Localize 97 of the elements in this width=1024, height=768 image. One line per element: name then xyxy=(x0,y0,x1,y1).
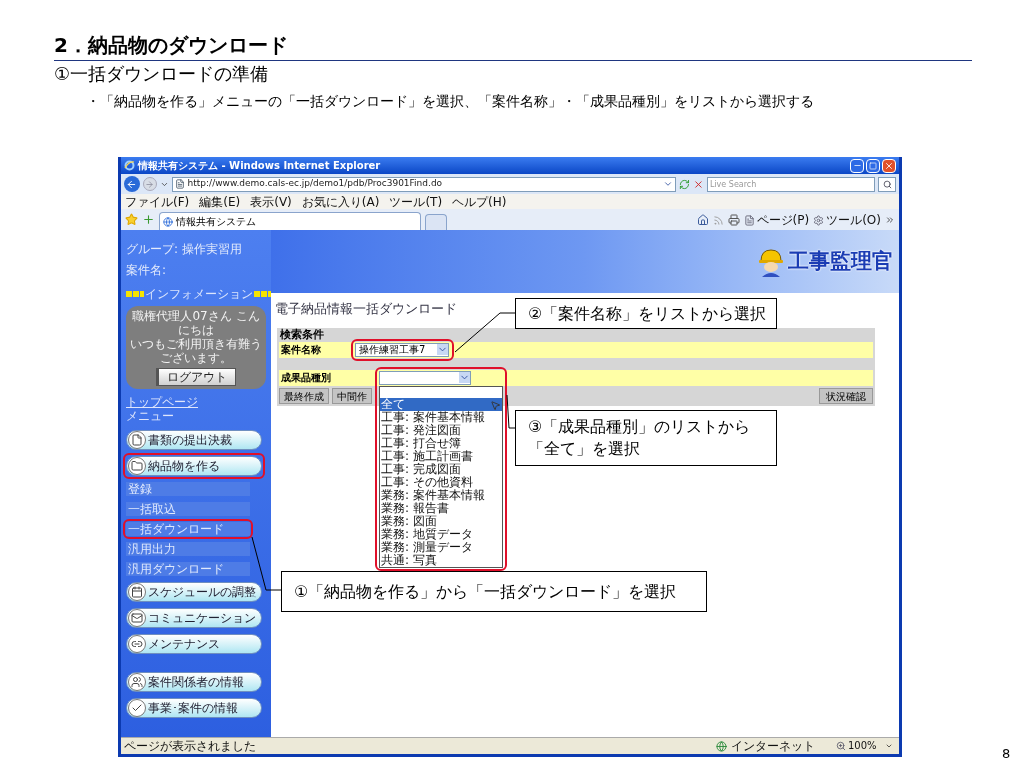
callout-box: ③「成果品種別」のリストから 「全て」を選択 xyxy=(515,410,777,466)
dropdown-option[interactable]: 全て xyxy=(380,397,502,411)
logout-button[interactable]: ログアウト xyxy=(156,368,236,386)
dropdown-option[interactable]: 共通: 写真 xyxy=(380,553,502,567)
dropdown-option[interactable]: 業務: 案件基本情報 xyxy=(380,488,502,502)
page-icon xyxy=(743,214,755,226)
gear-icon xyxy=(813,214,825,226)
page-number: 8 xyxy=(1002,745,1011,763)
zoom-icon xyxy=(836,741,846,751)
browser-tab[interactable]: 情報共有システム xyxy=(159,212,421,230)
dropdown-select[interactable]: 操作練習工事7 xyxy=(355,342,449,357)
search-icon xyxy=(882,179,892,189)
leader-line xyxy=(506,394,516,429)
project-label: 案件名: xyxy=(126,262,168,279)
toolbar-menu-button[interactable]: ツール(O) xyxy=(813,213,881,227)
menu-item-icon xyxy=(131,702,143,714)
window-title: 情報共有システム - Windows Internet Explorer xyxy=(138,159,381,173)
close-button[interactable] xyxy=(882,158,896,173)
dropdown-option[interactable]: 工事: 案件基本情報 xyxy=(380,410,502,424)
favorites-star-icon[interactable] xyxy=(125,213,138,226)
group-label: グループ: 操作実習用 xyxy=(126,241,243,258)
leader-line xyxy=(454,312,516,353)
more-chevron-icon[interactable] xyxy=(885,215,895,225)
status-check-button[interactable]: 状況確認 xyxy=(819,387,873,404)
menu-heading: メニュー xyxy=(126,409,175,423)
search-field[interactable]: Live Search xyxy=(706,176,876,192)
slide-subheading: ①一括ダウンロードの準備 xyxy=(54,62,270,86)
menu-item[interactable]: ツール(T) xyxy=(389,194,443,209)
info-header: インフォメーション xyxy=(144,286,253,303)
field-label: 案件名称 xyxy=(280,343,322,357)
page-icon xyxy=(174,179,185,189)
site-icon xyxy=(163,216,173,227)
menu-item-icon xyxy=(131,460,143,472)
toolbar-menu-button[interactable]: ページ(P) xyxy=(743,213,810,227)
dropdown-option[interactable]: 工事: 発注図面 xyxy=(380,423,502,437)
add-favorite-icon[interactable] xyxy=(142,213,155,226)
dropdown-option[interactable]: 業務: 報告書 xyxy=(380,501,502,515)
dropdown-option[interactable]: 工事: 打合せ簿 xyxy=(380,436,502,450)
mouse-cursor-icon xyxy=(490,399,501,411)
dropdown-option[interactable]: 業務: 図面 xyxy=(380,514,502,528)
menu-item-icon xyxy=(131,612,143,624)
menu-item[interactable]: お気に入り(A) xyxy=(301,194,380,209)
menu-item-icon xyxy=(131,676,143,688)
caret-icon xyxy=(884,742,893,750)
dropdown-option[interactable]: 工事: 完成図面 xyxy=(380,462,502,476)
forward-arrow-icon xyxy=(145,179,155,189)
address-text: http://www.demo.cals-ec.jp/demo1/pdb/Proc3901Find.do xyxy=(187,177,443,191)
dropdown-arrow-icon xyxy=(437,344,448,355)
forward-button[interactable] xyxy=(142,177,157,191)
menu-item-icon xyxy=(131,638,143,650)
slide-heading: 2．納品物のダウンロード xyxy=(54,32,289,58)
square-marks-icon xyxy=(126,291,144,297)
refresh-icon[interactable] xyxy=(679,178,691,190)
menu-item[interactable]: 表示(V) xyxy=(250,194,292,209)
zone-text: インターネット xyxy=(731,739,815,753)
callout-box: ②「案件名称」をリストから選択 xyxy=(515,298,777,329)
menu-item-icon xyxy=(131,434,143,446)
minimize-button[interactable] xyxy=(850,158,864,173)
worker-figure-icon xyxy=(756,246,786,277)
top-page-link[interactable]: トップページ xyxy=(126,395,198,409)
tab-button[interactable]: 最終作成 xyxy=(279,387,329,404)
callout-box: ①「納品物を作る」から「一括ダウンロード」を選択 xyxy=(281,571,707,612)
dropdown-select[interactable] xyxy=(379,370,471,385)
greeting-text: いつもご利用頂き有難うございます。 xyxy=(129,337,263,365)
maximize-icon xyxy=(869,161,877,170)
square-marks-icon xyxy=(253,291,271,297)
dropdown-option[interactable]: 業務: 測量データ xyxy=(380,540,502,554)
tab-button[interactable]: 中間作 xyxy=(332,387,372,404)
close-icon xyxy=(884,160,894,171)
greeting-text: 職権代理人07さん こんにちは xyxy=(131,309,261,337)
stop-icon[interactable] xyxy=(693,178,704,190)
dropdown-arrow-icon xyxy=(459,372,470,383)
menu-item[interactable]: 編集(E) xyxy=(199,194,241,209)
back-button[interactable] xyxy=(124,176,140,192)
zoom-button[interactable]: 100% xyxy=(836,739,896,753)
nav-button[interactable]: 納品物を作る xyxy=(123,453,265,479)
print-icon[interactable] xyxy=(727,214,740,226)
dropdown-option[interactable]: 工事: 施工計画書 xyxy=(380,449,502,463)
address-field[interactable]: http://www.demo.cals-ec.jp/demo1/pdb/Proc3901Find.do xyxy=(171,176,677,192)
back-arrow-icon xyxy=(126,178,138,190)
home-icon[interactable] xyxy=(696,214,709,226)
page-title: 電子納品情報一括ダウンロード xyxy=(275,300,457,318)
search-panel-title: 検索条件 xyxy=(279,327,325,342)
maximize-button[interactable] xyxy=(866,158,880,173)
menu-item[interactable]: ファイル(F) xyxy=(125,194,190,209)
field-label: 成果品種別 xyxy=(280,371,332,385)
menu-item[interactable]: ヘルプ(H) xyxy=(452,194,507,209)
dropdown-option[interactable]: 工事: その他資料 xyxy=(380,475,502,489)
menu-item-icon xyxy=(131,586,143,598)
globe-icon xyxy=(716,740,727,752)
status-text: ページが表示されました xyxy=(124,739,256,753)
bullet-text: ・「納品物を作る」メニューの「一括ダウンロード」を選択、「案件名称」・「成果品種別」をリストから選択する xyxy=(86,92,815,111)
search-button[interactable] xyxy=(878,176,896,192)
logo-text: 工事監理官 xyxy=(788,247,893,275)
dropdown-option[interactable]: 業務: 地質データ xyxy=(380,527,502,541)
browser-logo-icon xyxy=(124,160,135,171)
new-tab-button[interactable] xyxy=(425,214,447,230)
